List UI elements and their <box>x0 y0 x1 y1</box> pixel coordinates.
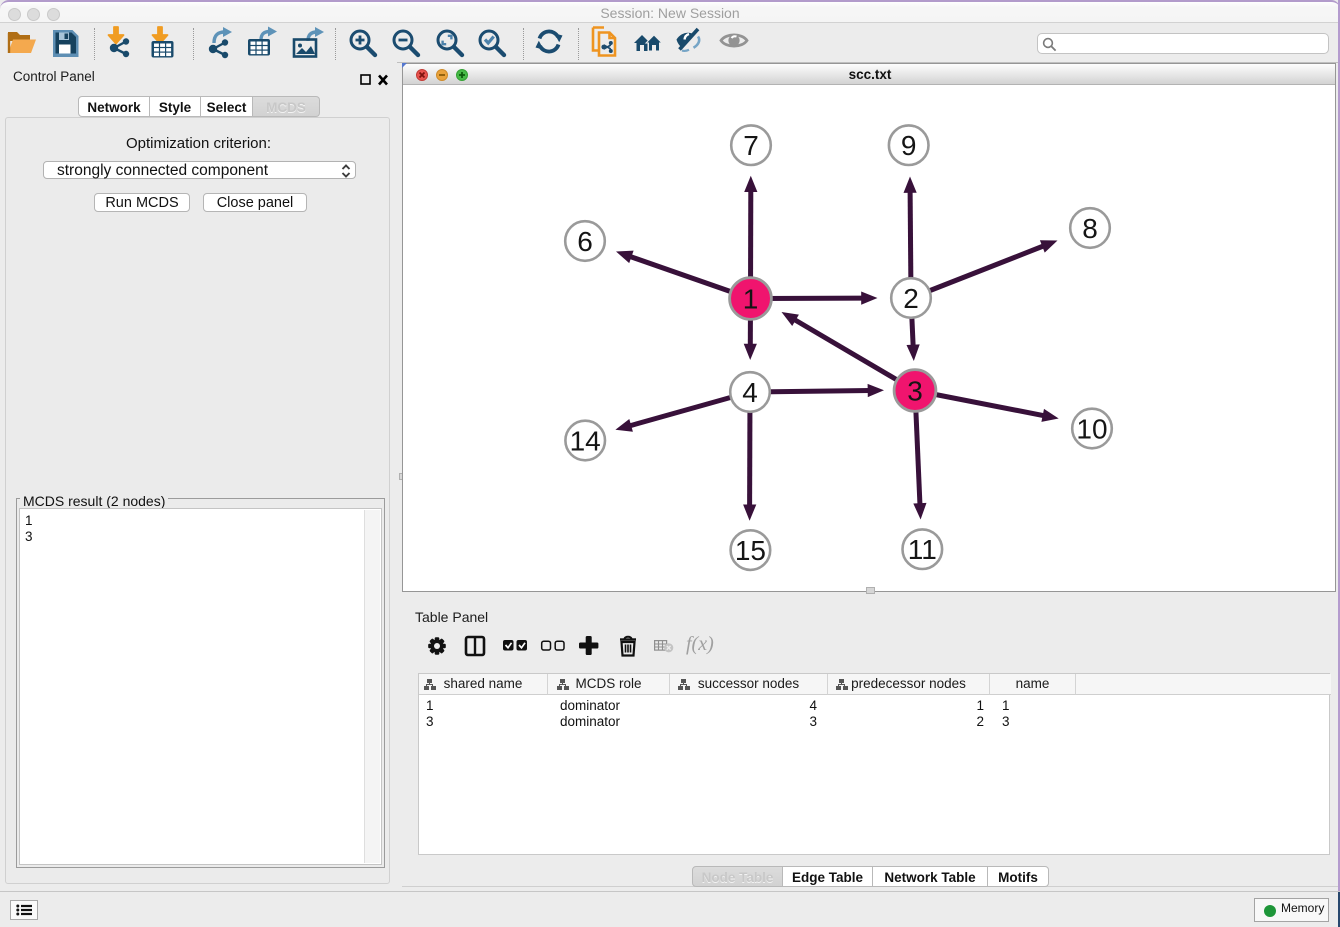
svg-text:8: 8 <box>1082 213 1098 244</box>
svg-text:4: 4 <box>742 377 758 408</box>
svg-text:1: 1 <box>743 284 759 315</box>
svg-text:15: 15 <box>735 535 766 566</box>
svg-text:11: 11 <box>908 534 937 565</box>
svg-text:9: 9 <box>901 130 917 161</box>
svg-text:3: 3 <box>907 376 923 407</box>
svg-text:14: 14 <box>570 426 601 457</box>
svg-text:10: 10 <box>1076 414 1107 445</box>
svg-text:7: 7 <box>743 130 759 161</box>
svg-text:2: 2 <box>903 283 919 314</box>
svg-text:6: 6 <box>577 226 593 257</box>
